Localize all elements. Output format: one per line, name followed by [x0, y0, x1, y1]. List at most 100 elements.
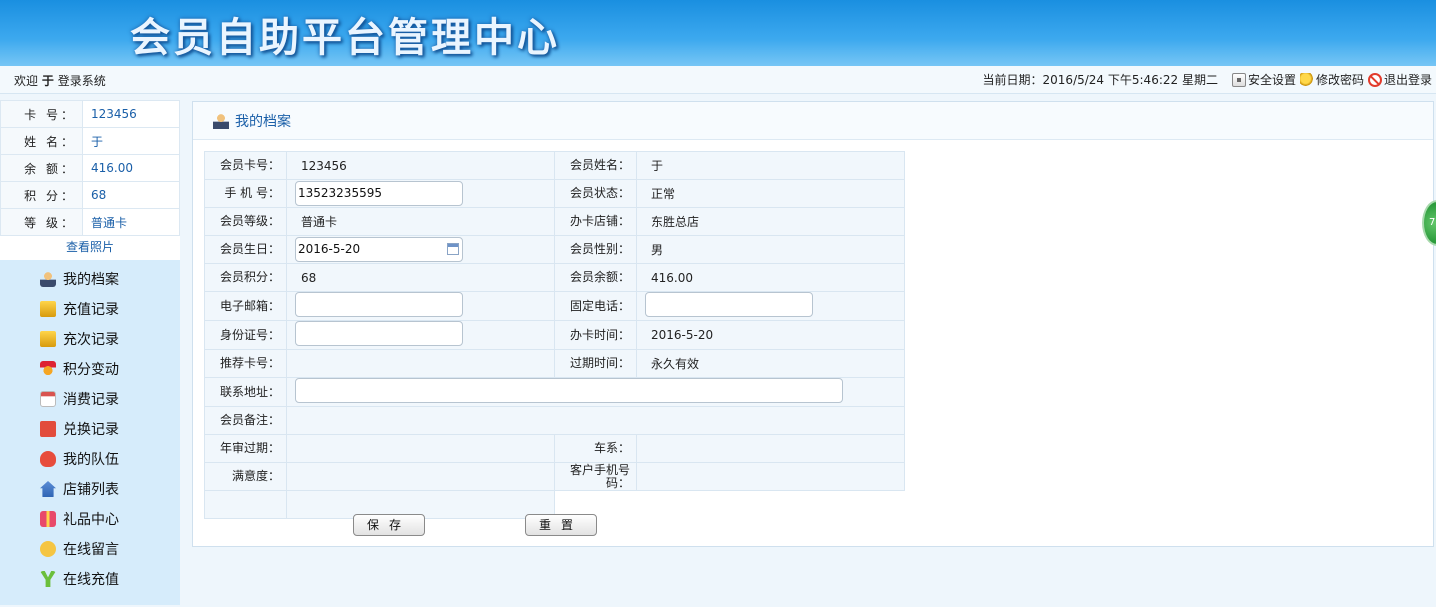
yen-icon: [40, 571, 56, 587]
card-no-label: 会员卡号：: [204, 151, 287, 180]
phone-input[interactable]: 13523235595: [295, 181, 463, 206]
reset-button[interactable]: 重置: [525, 514, 597, 536]
birthday-input[interactable]: 2016-5-20: [295, 237, 463, 262]
sidebar-item-online-message[interactable]: 在线留言: [0, 534, 180, 564]
info-label: 等 级：: [0, 208, 83, 236]
welcome-text: 欢迎 于 登录系统: [14, 72, 106, 89]
sidebar-item-label: 兑换记录: [63, 422, 119, 438]
sidebar-item-online-recharge[interactable]: 在线充值: [0, 564, 180, 594]
security-settings-label: 安全设置: [1247, 73, 1296, 87]
info-label: 积 分：: [0, 181, 83, 209]
sidebar-item-exchange-records[interactable]: 兑换记录: [0, 414, 180, 444]
welcome-user: 于: [41, 74, 54, 88]
profile-table: 会员卡号： 123456 会员姓名： 于 手 机 号： 13523235595 …: [204, 151, 905, 519]
member-info-table: 卡 号： 123456 姓 名： 于 余 额： 416.00 积 分： 68 等…: [0, 100, 180, 236]
tel-label: 固定电话：: [554, 291, 637, 321]
inspect-label: 年审过期：: [204, 434, 287, 463]
logout-label: 退出登录: [1383, 73, 1432, 87]
exit-icon: [1367, 72, 1382, 87]
id-no-input[interactable]: [295, 321, 463, 346]
email-cell: [286, 291, 555, 321]
medal-icon: [40, 361, 56, 377]
inspect-value: [286, 434, 555, 463]
info-value: 416.00: [82, 154, 180, 182]
id-no-label: 身份证号：: [204, 320, 287, 350]
info-row-points: 积 分： 68: [0, 181, 180, 209]
security-settings-link[interactable]: 安全设置: [1231, 71, 1296, 88]
sidebar-item-points-changes[interactable]: 积分变动: [0, 354, 180, 384]
address-input[interactable]: [295, 378, 843, 403]
save-button[interactable]: 保存: [353, 514, 425, 536]
sidebar-item-gift-center[interactable]: 礼品中心: [0, 504, 180, 534]
site-title: 会员自助平台管理中心: [130, 15, 560, 61]
info-bar: 欢迎 于 登录系统 当前日期：2016/5/24 下午5:46:22 星期二 安…: [0, 66, 1436, 94]
info-value: 123456: [82, 100, 180, 128]
calendar-icon[interactable]: [447, 243, 459, 255]
exchange-icon: [40, 421, 56, 437]
birthday-cell: 2016-5-20: [286, 235, 555, 264]
email-input[interactable]: [295, 292, 463, 317]
open-time-value: 2016-5-20: [636, 320, 905, 350]
view-photo-link[interactable]: 查看照片: [0, 236, 180, 260]
expire-value: 永久有效: [636, 349, 905, 378]
coins-icon: [40, 301, 56, 317]
ref-card-label: 推荐卡号：: [204, 349, 287, 378]
level-value: 普通卡: [286, 207, 555, 236]
sidebar-item-label: 充值记录: [63, 302, 119, 318]
remark-label: 会员备注：: [204, 406, 287, 435]
info-row-balance: 余 额： 416.00: [0, 154, 180, 182]
satisfy-label: 满意度：: [204, 462, 287, 491]
info-row-level: 等 级： 普通卡: [0, 208, 180, 236]
name-value: 于: [636, 151, 905, 180]
sidebar-menu: 我的档案 充值记录 充次记录 积分变动 消费记录 兑换记录 我的队伍 店铺列表 …: [0, 260, 180, 605]
birthday-label: 会员生日：: [204, 235, 287, 264]
welcome-suffix: 登录系统: [57, 74, 106, 88]
cust-phone-value: [636, 462, 905, 491]
birthday-date-picker[interactable]: 2016-5-20: [295, 237, 463, 262]
sidebar-item-label: 积分变动: [63, 362, 119, 378]
store-label: 办卡店铺：: [554, 207, 637, 236]
sidebar-item-label: 充次记录: [63, 332, 119, 348]
safe-icon: [1231, 72, 1246, 87]
info-row-name: 姓 名： 于: [0, 127, 180, 155]
logout-link[interactable]: 退出登录: [1367, 71, 1432, 88]
sidebar-item-recharge-records[interactable]: 充值记录: [0, 294, 180, 324]
balance-label: 会员余额：: [554, 263, 637, 292]
tel-cell: [636, 291, 905, 321]
home-icon: [40, 481, 56, 497]
address-cell: [286, 377, 905, 407]
level-label: 会员等级：: [204, 207, 287, 236]
sidebar-item-label: 在线充值: [63, 572, 119, 588]
car-value: [636, 434, 905, 463]
sidebar-item-count-records[interactable]: 充次记录: [0, 324, 180, 354]
points-value: 68: [286, 263, 555, 292]
gift-icon: [40, 511, 56, 527]
welcome-prefix: 欢迎: [14, 74, 39, 88]
empty-cell: [204, 490, 287, 519]
sidebar-item-consumption-records[interactable]: 消费记录: [0, 384, 180, 414]
sidebar-item-store-list[interactable]: 店铺列表: [0, 474, 180, 504]
info-label: 余 额：: [0, 154, 83, 182]
sidebar-item-profile[interactable]: 我的档案: [0, 264, 180, 294]
heart-icon: [40, 451, 56, 467]
phone-cell: 13523235595: [286, 179, 555, 208]
change-password-link[interactable]: 修改密码: [1299, 71, 1364, 88]
remark-value: [286, 406, 905, 435]
calendar-icon: [40, 391, 56, 407]
info-value: 68: [82, 181, 180, 209]
sidebar-item-label: 礼品中心: [63, 512, 119, 528]
current-date: 当前日期：2016/5/24 下午5:46:22 星期二: [982, 73, 1218, 87]
tel-input[interactable]: [645, 292, 813, 317]
phone-label: 手 机 号：: [204, 179, 287, 208]
car-label: 车系：: [554, 434, 637, 463]
blank-area: [554, 490, 905, 519]
top-right-bar: 当前日期：2016/5/24 下午5:46:22 星期二 安全设置 修改密码 退…: [983, 71, 1432, 88]
id-no-cell: [286, 320, 555, 350]
name-label: 会员姓名：: [554, 151, 637, 180]
key-icon: [1299, 72, 1314, 87]
sidebar-item-label: 店铺列表: [63, 482, 119, 498]
change-password-label: 修改密码: [1315, 73, 1364, 87]
panel-header: 我的档案: [193, 102, 1433, 140]
sidebar-item-my-team[interactable]: 我的队伍: [0, 444, 180, 474]
user-icon: [40, 271, 56, 287]
